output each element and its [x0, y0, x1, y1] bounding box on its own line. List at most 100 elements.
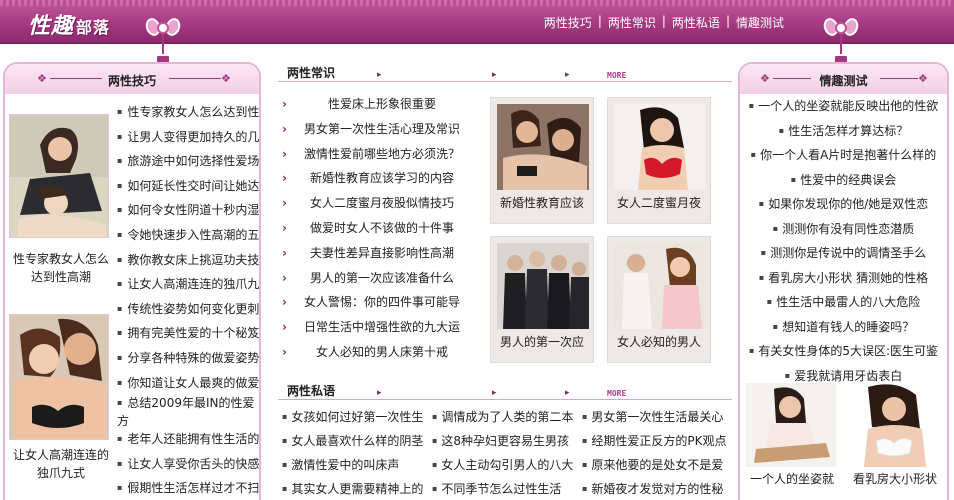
photo-caption[interactable]: 一个人的坐姿就: [746, 470, 838, 488]
list-item[interactable]: 夫妻性差异直接影响性高潮: [282, 241, 482, 266]
list-item[interactable]: 如何延长性交时间让她达: [117, 174, 259, 199]
list-item[interactable]: 总结2009年最IN的性爱方: [117, 395, 259, 427]
skills-panel-header: ❖ 两性技巧 ❖: [5, 64, 259, 94]
article-photo: [497, 104, 589, 190]
list-item[interactable]: 测测你是传说中的调情圣手么: [740, 241, 947, 266]
article-photo[interactable]: [846, 383, 942, 467]
list-item[interactable]: 性爱床上形象很重要: [282, 92, 482, 117]
photo-caption[interactable]: 让女人高潮连连的独爪九式: [9, 446, 113, 482]
site-logo[interactable]: 性趣 部落: [28, 8, 110, 40]
list-item[interactable]: 性生活怎样才算达标？: [740, 119, 947, 144]
quiz-list: 一个人的坐姿就能反映出他的性欲 性生活怎样才算达标？ 你一个人看A片时是抱著什么…: [740, 94, 947, 388]
list-item[interactable]: 经期性爱正反方的PK观点: [582, 429, 732, 453]
private-section-title: 两性私语: [287, 384, 336, 398]
flower-icon: ❖: [918, 72, 928, 85]
list-item[interactable]: 教你教女床上挑逗功夫技: [117, 248, 259, 273]
card-caption: 男人的第一次应: [499, 335, 584, 349]
list-item[interactable]: 性生活中最雷人的八大危险: [740, 290, 947, 315]
list-item[interactable]: 测测你有没有同性恋潜质: [740, 217, 947, 242]
more-link[interactable]: MORE: [607, 389, 626, 398]
article-photo[interactable]: [9, 114, 109, 238]
article-card[interactable]: 女人必知的男人: [607, 236, 711, 363]
article-photo: [497, 243, 589, 329]
list-item[interactable]: 女孩如何过好第一次性生: [282, 405, 432, 429]
article-card[interactable]: 女人二度蜜月夜: [607, 97, 711, 224]
list-item[interactable]: 其实女人更需要精神上的: [282, 477, 432, 500]
arrow-icon: ▸: [492, 70, 497, 80]
list-item[interactable]: 男人的第一次应该准备什么: [282, 266, 482, 291]
common-list: 性爱床上形象很重要 男女第一次性生活心理及常识 激情性爱前哪些地方必须洗？ 新婚…: [282, 92, 482, 365]
flower-icon: ❖: [221, 72, 231, 85]
list-item[interactable]: 让女人享受你舌头的快感: [117, 452, 259, 477]
list-item[interactable]: 性爱中的经典误会: [740, 168, 947, 193]
private-list: 女孩如何过好第一次性生 调情成为了人类的第二本 男女第一次性生活最关心 女人最喜…: [282, 405, 732, 500]
article-photo: [614, 104, 706, 190]
list-item[interactable]: 原来他要的是处女不是爱: [582, 453, 732, 477]
card-caption: 女人必知的男人: [616, 335, 701, 349]
list-item[interactable]: 分享各种特殊的做爱姿势: [117, 346, 259, 371]
list-item[interactable]: 激情性爱前哪些地方必须洗？: [282, 142, 482, 167]
nav-link-skills[interactable]: 两性技巧: [544, 14, 592, 31]
list-item[interactable]: 让女人高潮连连的独爪九: [117, 272, 259, 297]
list-item[interactable]: 旅游途中如何选择性爱场: [117, 149, 259, 174]
list-item[interactable]: 女人最喜欢什么样的阴茎: [282, 429, 432, 453]
article-card[interactable]: 男人的第一次应: [490, 236, 594, 363]
nav-link-common[interactable]: 两性常识: [608, 14, 656, 31]
article-photo: [614, 243, 706, 329]
list-item[interactable]: 新婚性教育应该学习的内容: [282, 166, 482, 191]
list-item[interactable]: 不同季节怎么过性生活: [432, 477, 582, 500]
article-card[interactable]: 新婚性教育应该: [490, 97, 594, 224]
list-item[interactable]: 男女第一次性生活心理及常识: [282, 117, 482, 142]
common-section-title: 两性常识: [287, 66, 336, 80]
list-item[interactable]: 一个人的坐姿就能反映出他的性欲: [740, 94, 947, 119]
list-item[interactable]: 女人警惕：你的四件事可能导: [282, 290, 482, 315]
quiz-panel-header: ❖ 情趣测试 ❖: [740, 64, 947, 94]
site-header: 性趣 部落 两性技巧 | 两性常识 | 两性私语 | 情趣测试: [0, 0, 954, 44]
list-item[interactable]: 日常生活中增强性欲的九大运: [282, 315, 482, 340]
article-photo[interactable]: [746, 383, 836, 467]
top-nav: 两性技巧 | 两性常识 | 两性私语 | 情趣测试: [543, 14, 784, 31]
list-item[interactable]: 想知道有钱人的睡姿吗？: [740, 315, 947, 340]
logo-main-text: 性趣: [28, 14, 75, 39]
nav-link-private[interactable]: 两性私语: [672, 14, 720, 31]
list-item[interactable]: 有关女性身体的5大误区:医生可鉴: [740, 339, 947, 364]
list-item[interactable]: 激情性爱中的叫床声: [282, 453, 432, 477]
nav-link-quiz[interactable]: 情趣测试: [736, 14, 784, 31]
list-item[interactable]: 女人主动勾引男人的八大: [432, 453, 582, 477]
list-item[interactable]: 这8种孕妇更容易生男孩: [432, 429, 582, 453]
list-item[interactable]: 做爱时女人不该做的十件事: [282, 216, 482, 241]
list-item[interactable]: 调情成为了人类的第二本: [432, 405, 582, 429]
list-item[interactable]: 男女第一次性生活最关心: [582, 405, 732, 429]
list-item[interactable]: 看乳房大小形状 猜测她的性格: [740, 266, 947, 291]
list-item[interactable]: 拥有完美性爱的十个秘笈: [117, 321, 259, 346]
list-item[interactable]: 你知道让女人最爽的做爱: [117, 371, 259, 396]
list-item[interactable]: 老年人还能拥有性生活的: [117, 427, 259, 452]
arrow-icon: ▸: [377, 388, 382, 398]
arrow-icon: ▸: [565, 70, 570, 80]
photo-caption[interactable]: 性专家教女人怎么达到性高潮: [9, 250, 113, 286]
photo-caption[interactable]: 看乳房大小形状: [846, 470, 944, 488]
list-item[interactable]: 令她快速步入性高潮的五: [117, 223, 259, 248]
list-item[interactable]: 新婚夜才发觉对方的性秘: [582, 477, 732, 500]
skills-panel: ❖ 两性技巧 ❖ 性专家教女人怎么达到性高潮 让女人高潮连连的独爪九式 ▪ 性专…: [3, 62, 261, 500]
list-item[interactable]: 如何令女性阴道十秒内湿: [117, 198, 259, 223]
list-item[interactable]: 性专家教女人怎么达到性: [117, 100, 259, 125]
quiz-panel: ❖ 情趣测试 ❖ 一个人的坐姿就能反映出他的性欲 性生活怎样才算达标？ 你一个人…: [738, 62, 949, 500]
list-item[interactable]: 让男人变得更加持久的几: [117, 125, 259, 150]
list-item[interactable]: 你一个人看A片时是抱著什么样的: [740, 143, 947, 168]
more-link[interactable]: MORE: [607, 71, 626, 80]
list-item[interactable]: 如果你发现你的他/她是双性恋: [740, 192, 947, 217]
arrow-icon: ▸: [565, 388, 570, 398]
arrow-icon: ▸: [377, 70, 382, 80]
quiz-panel-title: 情趣测试: [819, 74, 868, 88]
skills-list: 性专家教女人怎么达到性 让男人变得更加持久的几 旅游途中如何选择性爱场 如何延长…: [117, 100, 259, 500]
list-item[interactable]: 假期性生活怎样过才不扫: [117, 476, 259, 500]
article-photo[interactable]: [9, 314, 109, 440]
list-item[interactable]: 传统性姿势如何变化更刺: [117, 297, 259, 322]
list-item[interactable]: 女人二度蜜月夜股似情技巧: [282, 191, 482, 216]
list-item[interactable]: 女人必知的男人床第十戒: [282, 340, 482, 365]
arrow-icon: ▸: [492, 388, 497, 398]
logo-sub-text: 部落: [76, 18, 111, 37]
card-caption: 新婚性教育应该: [499, 196, 584, 210]
card-caption: 女人二度蜜月夜: [616, 196, 701, 210]
